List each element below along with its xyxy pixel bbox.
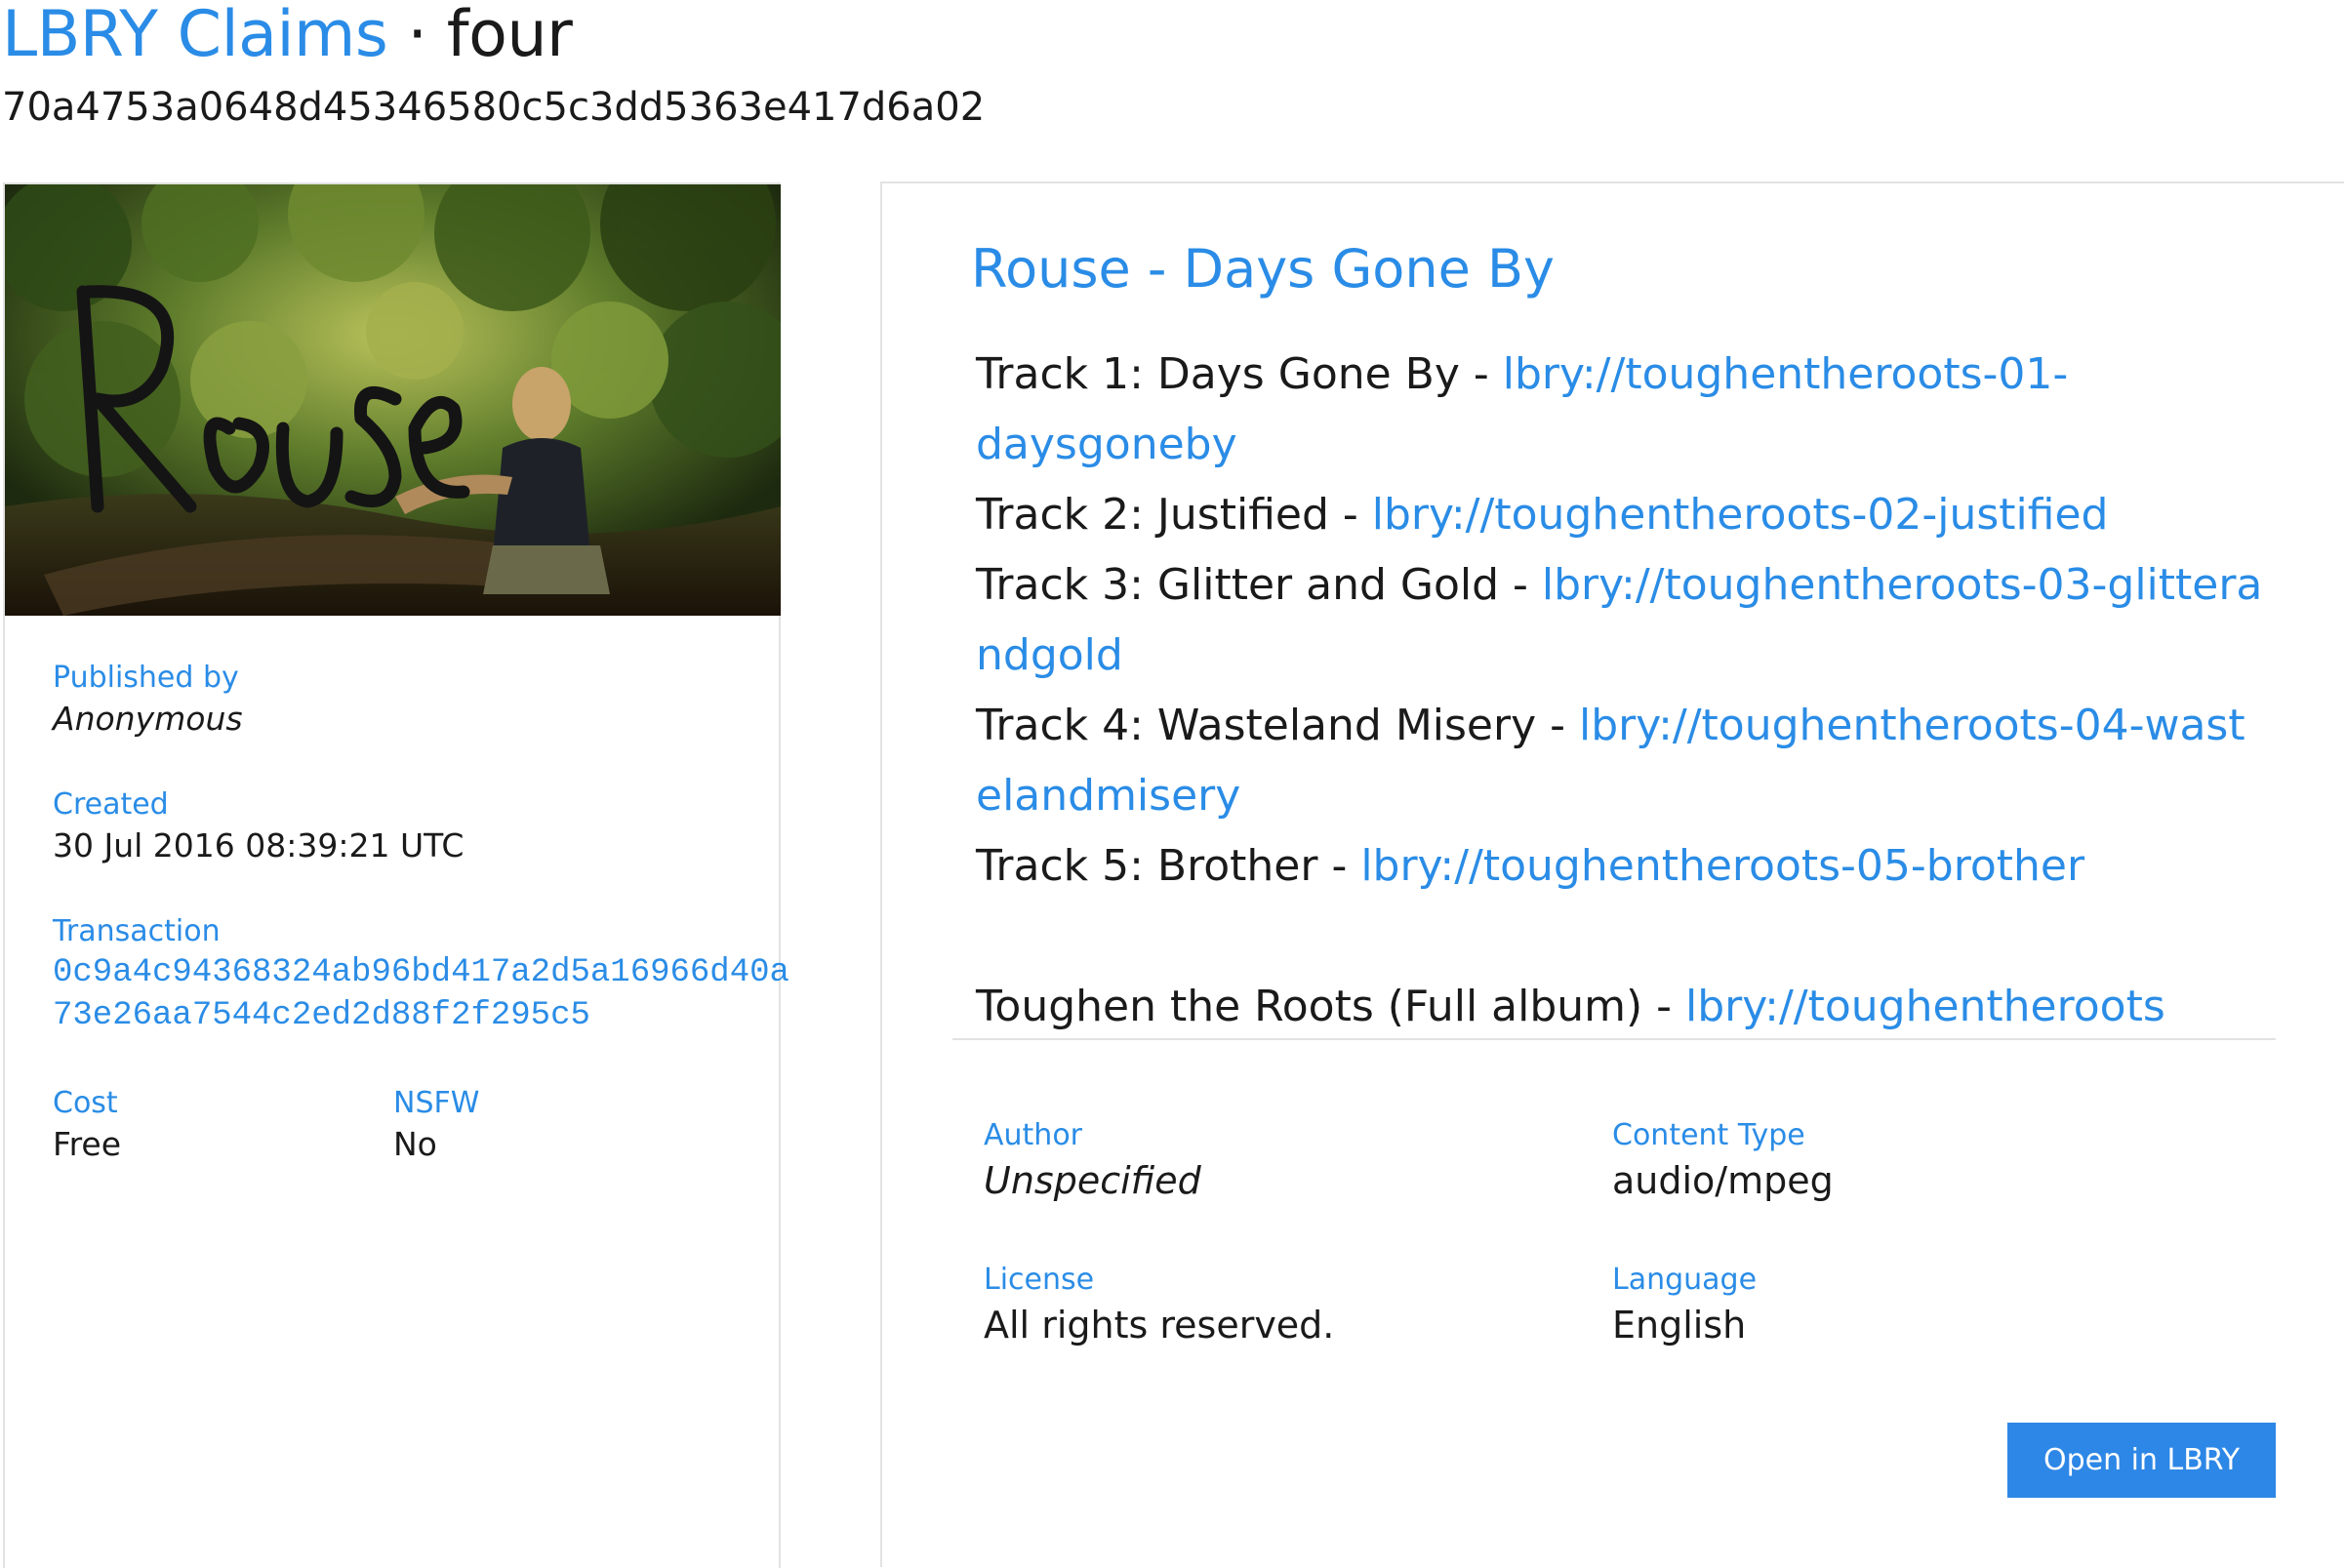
nsfw-label: NSFW (393, 1086, 480, 1120)
thumbnail-picture (5, 184, 781, 616)
content-description: Track 1: Days Gone By - lbry://toughenth… (976, 340, 2264, 1042)
album-text: Toughen the Roots (Full album) - (976, 982, 1686, 1031)
author-section: Author Unspecified (984, 1116, 1201, 1206)
album-link[interactable]: lbry://toughentheroots (1685, 982, 2165, 1031)
track-text: Track 2: Justified - (976, 490, 1372, 540)
cost-section: Cost Free (53, 1084, 121, 1166)
claim-name: four (446, 0, 573, 71)
cost-label: Cost (53, 1086, 118, 1120)
cost-value: Free (53, 1125, 122, 1163)
transaction-label: Transaction (53, 914, 221, 948)
track-link[interactable]: lbry://toughentheroots-05-brother (1360, 841, 2084, 891)
nsfw-value: No (393, 1125, 437, 1163)
created-label: Created (53, 787, 169, 822)
content-type-value: audio/mpeg (1612, 1159, 1834, 1202)
license-value: All rights reserved. (984, 1304, 1335, 1347)
track-line: Track 3: Glitter and Gold - lbry://tough… (976, 550, 2264, 691)
language-value: English (1612, 1304, 1747, 1347)
created-section: Created 30 Jul 2016 08:39:21 UTC (53, 785, 464, 867)
content-type-label: Content Type (1612, 1118, 1805, 1152)
album-line: Toughen the Roots (Full album) - lbry://… (976, 972, 2264, 1042)
track-text: Track 4: Wasteland Misery - (976, 701, 1579, 750)
track-text: Track 5: Brother - (976, 841, 1361, 891)
published-by-section: Published by Anonymous (53, 659, 243, 741)
claim-content-card: Rouse - Days Gone By Track 1: Days Gone … (880, 181, 2344, 1567)
track-line: Track 1: Days Gone By - lbry://toughenth… (976, 340, 2264, 480)
claim-sidebar-card: Published by Anonymous Created 30 Jul 20… (3, 182, 789, 1568)
language-section: Language English (1612, 1261, 1757, 1350)
content-type-section: Content Type audio/mpeg (1612, 1116, 1834, 1206)
content-title: Rouse - Days Gone By (971, 238, 1555, 300)
track-text: Track 1: Days Gone By - (976, 349, 1503, 399)
license-label: License (984, 1263, 1095, 1297)
author-value: Unspecified (984, 1159, 1201, 1202)
page-title: LBRY Claims · four (2, 0, 573, 71)
claim-id: 70a4753a0648d45346580c5c3dd5363e417d6a02 (2, 85, 986, 130)
nsfw-section: NSFW No (393, 1084, 479, 1166)
transaction-section: Transaction 0c9a4c94368324ab96bd417a2d5a… (53, 912, 789, 1037)
title-separator: · (407, 0, 427, 71)
transaction-link-line1[interactable]: 0c9a4c94368324ab96bd417a2d5a16966d40a (53, 951, 789, 994)
thumbnail-image (5, 184, 781, 616)
track-link[interactable]: lbry://toughentheroots-02-justified (1372, 490, 2109, 540)
created-value: 30 Jul 2016 08:39:21 UTC (53, 826, 465, 864)
published-by-label: Published by (53, 661, 239, 695)
divider (952, 1038, 2276, 1040)
author-label: Author (984, 1118, 1083, 1152)
track-line: Track 4: Wasteland Misery - lbry://tough… (976, 691, 2264, 831)
license-section: License All rights reserved. (984, 1261, 1334, 1350)
track-line: Track 5: Brother - lbry://toughentheroot… (976, 831, 2264, 902)
transaction-link-line2[interactable]: 73e26aa7544c2ed2d88f2f295c5 (53, 994, 789, 1037)
open-in-lbry-button[interactable]: Open in LBRY (2007, 1423, 2276, 1498)
site-title-link[interactable]: LBRY Claims (2, 0, 388, 71)
track-text: Track 3: Glitter and Gold - (976, 560, 1542, 610)
publisher-value: Anonymous (53, 700, 243, 738)
language-label: Language (1612, 1263, 1758, 1297)
track-line: Track 2: Justified - lbry://toughenthero… (976, 480, 2264, 550)
